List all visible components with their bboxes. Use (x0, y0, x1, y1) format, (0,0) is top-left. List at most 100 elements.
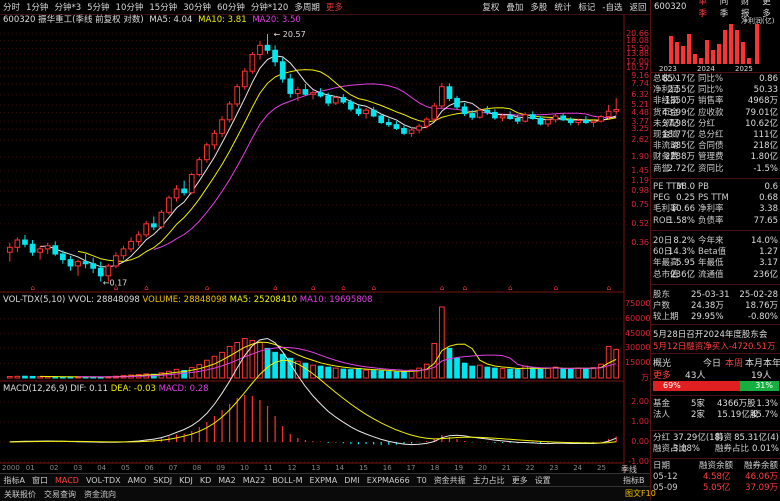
bottom-link-1[interactable]: 交易查询 (40, 489, 80, 500)
candle (188, 174, 195, 194)
candle (552, 115, 559, 121)
financial-row-cell: 合同债 (698, 141, 724, 152)
indicator-tab-1[interactable]: 窗口 (28, 475, 51, 486)
institution-row-cell: 45.7% (750, 410, 778, 421)
candle (272, 49, 278, 63)
candle (120, 248, 127, 257)
indicator-tab-11[interactable]: EXPMA (306, 476, 341, 485)
financial-row-cell: 同比% (698, 74, 724, 84)
indicator-tab-4[interactable]: AMO (124, 476, 150, 485)
valuation-row-cell: PB (698, 182, 709, 192)
financial-row-cell: 1.80亿 (750, 152, 778, 163)
bottom-link-2[interactable]: 资金流向 (80, 489, 120, 500)
candle (507, 115, 513, 119)
indicator-tab-13[interactable]: EXPMA666 (363, 476, 413, 485)
volume-bar (545, 367, 551, 379)
candle (583, 119, 589, 124)
right-panel-body: 总收入 85.17亿 同比% 0.86 净利润 2.55亿 同比% 50.33 非经损 -1350… (621, 0, 780, 500)
candle (287, 78, 294, 94)
margin-row-cell: 5.05亿 (703, 483, 731, 494)
performance-row-cell: 8.2% (673, 236, 695, 246)
macd-tick-label: 2.00 (631, 397, 649, 406)
indicator-tab-17[interactable]: 更多 (508, 475, 531, 486)
valuation-row-cell: 0.68 (759, 193, 778, 204)
candle (173, 188, 180, 199)
candle (332, 97, 339, 104)
volume-bar (484, 366, 491, 379)
volume-bar (302, 362, 309, 379)
indicator-tab-16[interactable]: 主力占比 (469, 475, 508, 486)
indicator-tab-6[interactable]: KDJ (176, 476, 197, 485)
indicator-tab-15[interactable]: 资金共振 (430, 475, 469, 486)
panel-separator (651, 458, 780, 459)
event-marker: ⌂ (554, 284, 558, 292)
bull-count: 43人 (685, 371, 706, 381)
indicator-tab-18[interactable]: 设置 (531, 475, 554, 486)
sector-today[interactable]: 今日 (703, 356, 721, 369)
indicator-tab-12[interactable]: DMI (341, 476, 363, 485)
valuation-row-cell: 负债率 (698, 215, 724, 226)
sector-more[interactable]: 更多 (653, 368, 671, 381)
candle (113, 255, 119, 267)
valuation-row: PE TTM 38.0 PB 0.6 (651, 182, 780, 193)
macd-axis: 2.00 1.00 0.00 -1.00 (624, 0, 650, 470)
indicator-tab-7[interactable]: KD (196, 476, 214, 485)
volume-bar (370, 370, 377, 379)
news-item[interactable]: 5月28日召开2024年度股东会 (653, 328, 767, 340)
date-tick-label: 04 (97, 464, 107, 472)
financial-row-cell: 18.77亿 (662, 130, 695, 140)
institution-row-cell: 基金 (653, 399, 671, 409)
f10-link[interactable]: 图文F10 (625, 488, 656, 499)
indicator-tab-0[interactable]: 指标A (0, 475, 28, 486)
financial-row: 现金流 18.77亿 总分红 111亿 (651, 130, 780, 141)
candle (97, 267, 104, 277)
date-tick-label: 01 (25, 464, 35, 472)
candle (204, 144, 210, 161)
volume-bar (401, 371, 407, 379)
candle (605, 110, 612, 118)
holder-row-cell: 24.38万 (691, 301, 724, 312)
event-marker: ⌂ (205, 284, 209, 292)
valuation-row: ROE 1.58% 负债率 77.65 (651, 216, 780, 227)
date-tick-label: 08 (192, 464, 202, 472)
financial-row-cell: 应收款 (698, 107, 724, 118)
indicator-tab-10[interactable]: BOLL-M (269, 476, 306, 485)
performance-row: 年最高 5.95 年最低 3.17 (651, 258, 780, 269)
candle (158, 211, 165, 228)
date-tick-label: 22 (525, 464, 535, 472)
period-label[interactable]: 季线 (621, 464, 637, 475)
indicator-b-tab[interactable]: 指标B (620, 475, 649, 486)
date-tick-label: 07 (168, 464, 178, 472)
indicator-tab-14[interactable]: T0 (413, 476, 430, 485)
panel-separator (651, 324, 780, 325)
candle (60, 253, 66, 261)
indicator-tab-2[interactable]: MACD (51, 476, 82, 485)
news-item[interactable]: 5月12日融资净买入-4720.51万 (653, 340, 775, 352)
bull-bear-bar: 69% 31% (653, 381, 779, 391)
indicator-tab-5[interactable]: SKDJ (150, 476, 176, 485)
date-tick-label: 14 (335, 464, 345, 472)
volume-bar (355, 368, 362, 379)
indicator-tab-8[interactable]: MA2 (215, 476, 239, 485)
date-tick-label: 19 (454, 464, 464, 472)
volume-bar (590, 367, 597, 379)
candle (294, 89, 301, 94)
kline-chart[interactable]: ← 20.57←0.17⌂ ⌂ ⌂ ⌂ ⌂ ⌂ ⌂ ⌂ ⌂ ⌂ ⌂ ⌂ ⌂ (0, 0, 650, 472)
indicator-tab-3[interactable]: VOL-TDX (82, 476, 124, 485)
event-marker: ⌂ (607, 284, 611, 292)
financial-row-cell: 50.33 (753, 85, 778, 96)
volume-bar (537, 368, 544, 379)
candle (461, 106, 468, 115)
valuation-row-cell: 1.58% (667, 215, 695, 226)
performance-row-cell: 20日 (653, 236, 673, 246)
candle (393, 124, 400, 129)
financial-row-cell: 分红 (698, 118, 716, 129)
bottom-link-0[interactable]: 关联报价 (0, 489, 40, 500)
indicator-tab-9[interactable]: MA22 (239, 476, 269, 485)
financial-row-cell: 2.72亿 (667, 163, 695, 174)
financial-row-cell: 218亿 (753, 141, 778, 152)
candle (514, 117, 521, 122)
financial-row-cell: 资同比 (698, 163, 724, 174)
sector-week[interactable]: 本周 (725, 356, 743, 369)
date-tick-label: 17 (406, 464, 416, 472)
